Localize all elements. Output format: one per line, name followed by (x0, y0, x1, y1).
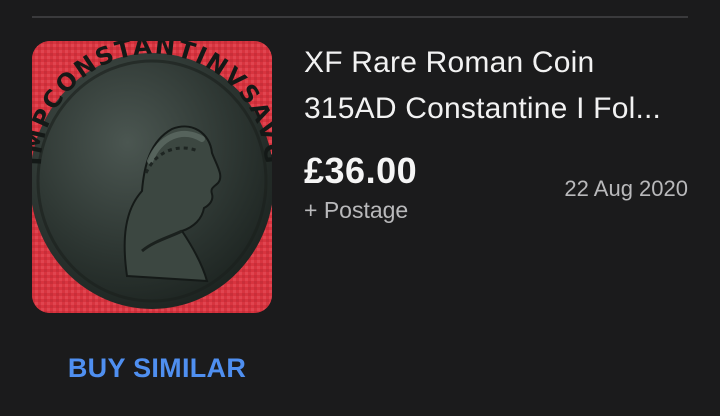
listing-title-line-1: XF Rare Roman Coin (304, 46, 595, 79)
buy-similar-button[interactable]: BUY SIMILAR (52, 348, 262, 388)
postage-info: + Postage (304, 197, 409, 223)
coin-image: IMPCONSTANTINVSAVG (32, 41, 272, 313)
listing-title-line-2: 315AD Constantine I Fol... (304, 92, 662, 125)
listing-date: 22 Aug 2020 (564, 176, 688, 201)
item-thumbnail[interactable]: IMPCONSTANTINVSAVG (32, 41, 272, 313)
listing-price: £36.00 (304, 150, 418, 191)
listing-card[interactable]: IMPCONSTANTINVSAVG XF Rare Roman Coin 31… (0, 0, 720, 416)
listing-title[interactable]: XF Rare Roman Coin 315AD Constantine I F… (304, 40, 696, 132)
top-divider (32, 16, 688, 18)
